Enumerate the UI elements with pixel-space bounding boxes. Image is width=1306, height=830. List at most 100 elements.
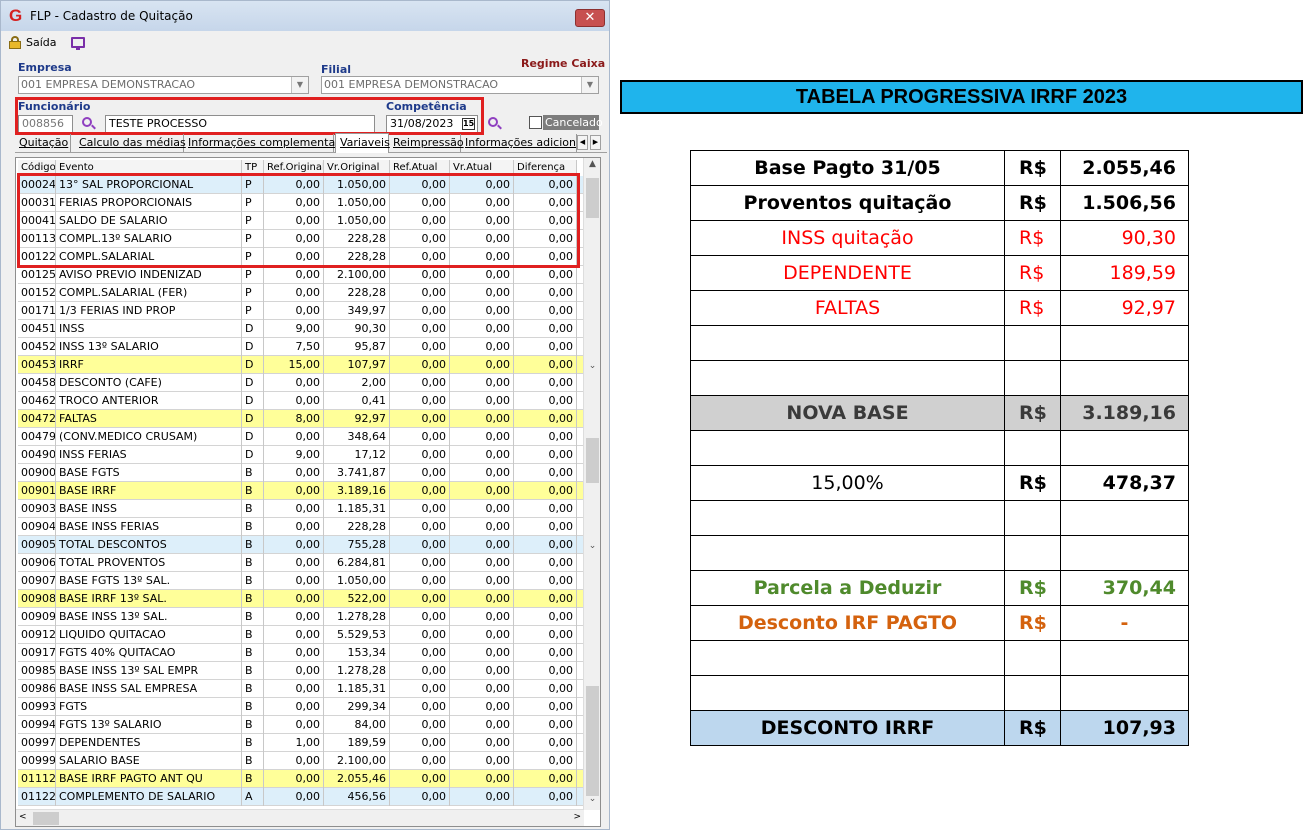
- table-row[interactable]: 01112 BASE IRRF PAGTO ANT QU B 0,00 2.055,46…: [18, 770, 583, 788]
- cell-vr-atual: 0,00: [450, 392, 514, 410]
- table-row[interactable]: 00901 BASE IRRF B 0,00 3.189,16 0,00 0,00 0,00: [18, 482, 583, 500]
- table-row[interactable]: 00462 TROCO ANTERIOR D 0,00 0,41 0,00 0,00 0,00: [18, 392, 583, 410]
- tab-calculo-medias[interactable]: Calculo das médias: [75, 134, 186, 152]
- scroll-thumb[interactable]: [586, 438, 599, 483]
- cell-codigo: 00917: [18, 644, 56, 662]
- cell-codigo: 00472: [18, 410, 56, 428]
- tab-scroll-left-icon[interactable]: ◀: [577, 135, 588, 150]
- tab-quitacao[interactable]: Quitação: [15, 134, 71, 152]
- cell-vr-original: 2.055,46: [324, 770, 390, 788]
- sheet-label: 15,00%: [690, 465, 1005, 501]
- cell-diferenca: 0,00: [514, 608, 577, 626]
- scroll-thumb[interactable]: [33, 812, 59, 825]
- table-row[interactable]: 00997 DEPENDENTES B 1,00 189,59 0,00 0,00 0,00: [18, 734, 583, 752]
- cell-ref-atual: 0,00: [390, 284, 450, 302]
- table-row[interactable]: 00903 BASE INSS B 0,00 1.185,31 0,00 0,00 0,00: [18, 500, 583, 518]
- table-row[interactable]: 00986 BASE INSS SAL EMPRESA B 0,00 1.185,31 0…: [18, 680, 583, 698]
- table-row[interactable]: 00912 LIQUIDO QUITACAO B 0,00 5.529,53 0,00 0,…: [18, 626, 583, 644]
- cell-tp: B: [242, 698, 264, 716]
- cell-evento: BASE INSS: [56, 500, 242, 518]
- cell-vr-atual: 0,00: [450, 554, 514, 572]
- cell-tp: B: [242, 572, 264, 590]
- search-icon[interactable]: [488, 117, 502, 131]
- table-row[interactable]: 00472 FALTAS D 8,00 92,97 0,00 0,00 0,00: [18, 410, 583, 428]
- cell-diferenca: 0,00: [514, 464, 577, 482]
- sheet-value: 189,59: [1060, 255, 1189, 291]
- table-row[interactable]: 00993 FGTS B 0,00 299,34 0,00 0,00 0,00: [18, 698, 583, 716]
- table-row[interactable]: 00908 BASE IRRF 13º SAL. B 0,00 522,00 0,00 0,…: [18, 590, 583, 608]
- chevron-down-icon[interactable]: ⌄: [584, 361, 600, 371]
- chevron-down-icon[interactable]: ▼: [581, 77, 598, 93]
- vertical-scrollbar[interactable]: ▲ ⌄ ⌄ ⌄: [583, 158, 600, 810]
- table-row[interactable]: 00900 BASE FGTS B 0,00 3.741,87 0,00 0,00 0,00: [18, 464, 583, 482]
- scroll-thumb[interactable]: [586, 686, 599, 796]
- cell-ref-atual: 0,00: [390, 626, 450, 644]
- cell-codigo: 00993: [18, 698, 56, 716]
- cell-ref-atual: 0,00: [390, 698, 450, 716]
- scroll-thumb[interactable]: [586, 178, 599, 218]
- table-row[interactable]: 00906 TOTAL PROVENTOS B 0,00 6.284,81 0,00 0,0…: [18, 554, 583, 572]
- tab-scroll-right-icon[interactable]: ▶: [590, 135, 601, 150]
- cell-ref-original: 0,00: [264, 626, 324, 644]
- tab-variaveis[interactable]: Variaveis: [335, 133, 390, 153]
- cell-ref-original: 0,00: [264, 284, 324, 302]
- cell-ref-original: 0,00: [264, 428, 324, 446]
- chevron-down-icon[interactable]: ▼: [291, 77, 308, 93]
- table-row[interactable]: 00452 INSS 13º SALARIO D 7,50 95,87 0,00 0,00 0…: [18, 338, 583, 356]
- cell-codigo: 00903: [18, 500, 56, 518]
- lock-icon[interactable]: [9, 36, 21, 49]
- cell-diferenca: 0,00: [514, 266, 577, 284]
- table-row[interactable]: 00458 DESCONTO (CAFE) D 0,00 2,00 0,00 0,00 0,0…: [18, 374, 583, 392]
- cell-ref-original: 7,50: [264, 338, 324, 356]
- table-row[interactable]: 00907 BASE FGTS 13º SAL. B 0,00 1.050,00 0,00…: [18, 572, 583, 590]
- cell-vr-atual: 0,00: [450, 428, 514, 446]
- table-row[interactable]: 00999 SALARIO BASE B 0,00 2.100,00 0,00 0,00 0,…: [18, 752, 583, 770]
- horizontal-scrollbar[interactable]: < >: [16, 809, 584, 826]
- table-row[interactable]: 00909 BASE INSS 13º SAL. B 0,00 1.278,28 0,00…: [18, 608, 583, 626]
- cell-evento: BASE INSS FERIAS: [56, 518, 242, 536]
- scroll-left-icon[interactable]: <: [19, 812, 27, 822]
- filial-select[interactable]: 001 EMPRESA DEMONSTRACAO ▼: [321, 76, 599, 94]
- monitor-icon[interactable]: [70, 36, 85, 50]
- cancelado-checkbox[interactable]: [529, 116, 542, 129]
- cell-ref-atual: 0,00: [390, 734, 450, 752]
- tab-informacoes-complementares[interactable]: Informações complementares: [184, 134, 352, 152]
- table-row[interactable]: 00917 FGTS 40% QUITACAO B 0,00 153,34 0,00 0,0…: [18, 644, 583, 662]
- tab-informacoes-adicionais[interactable]: Informações adicionais: [461, 134, 577, 152]
- cell-evento: SALARIO BASE: [56, 752, 242, 770]
- cell-tp: P: [242, 284, 264, 302]
- table-row[interactable]: 00125 AVISO PREVIO INDENIZAD P 0,00 2.100,00…: [18, 266, 583, 284]
- table-row[interactable]: 01122 COMPLEMENTO DE SALARIO A 0,00 456,56 0,…: [18, 788, 583, 806]
- table-row[interactable]: 00453 IRRF D 15,00 107,97 0,00 0,00 0,00: [18, 356, 583, 374]
- sheet-value: 3.189,16: [1060, 395, 1189, 431]
- chevron-down-icon[interactable]: ⌄: [584, 541, 600, 551]
- table-row[interactable]: 00985 BASE INSS 13º SAL EMPR B 0,00 1.278,28…: [18, 662, 583, 680]
- cell-diferenca: 0,00: [514, 770, 577, 788]
- tab-reimpressao[interactable]: Reimpressão: [389, 134, 464, 152]
- table-row[interactable]: 00451 INSS D 9,00 90,30 0,00 0,00 0,00: [18, 320, 583, 338]
- exit-button[interactable]: Saída: [26, 36, 57, 49]
- table-row[interactable]: 00479 (CONV.MEDICO CRUSAM) D 0,00 348,64 0,00…: [18, 428, 583, 446]
- sheet-row: [690, 535, 1189, 571]
- scroll-up-icon[interactable]: ▲: [584, 159, 600, 169]
- cell-vr-original: 522,00: [324, 590, 390, 608]
- cell-evento: AVISO PREVIO INDENIZAD: [56, 266, 242, 284]
- table-row[interactable]: 00904 BASE INSS FERIAS B 0,00 228,28 0,00 0,00…: [18, 518, 583, 536]
- cell-evento: BASE IRRF: [56, 482, 242, 500]
- empresa-select[interactable]: 001 EMPRESA DEMONSTRACAO ▼: [18, 76, 309, 94]
- close-button[interactable]: ✕: [575, 9, 605, 27]
- cell-ref-atual: 0,00: [390, 392, 450, 410]
- table-row[interactable]: 00152 COMPL.SALARIAL (FER) P 0,00 228,28 0,00…: [18, 284, 583, 302]
- scroll-right-icon[interactable]: >: [573, 812, 581, 822]
- scroll-down-icon[interactable]: ⌄: [584, 794, 600, 804]
- table-row[interactable]: 00905 TOTAL DESCONTOS B 0,00 755,28 0,00 0,00 0…: [18, 536, 583, 554]
- cell-diferenca: 0,00: [514, 446, 577, 464]
- cell-vr-original: 107,97: [324, 356, 390, 374]
- table-row[interactable]: 00490 INSS FERIAS D 9,00 17,12 0,00 0,00 0,00: [18, 446, 583, 464]
- table-row[interactable]: 00994 FGTS 13º SALARIO B 0,00 84,00 0,00 0,00 0…: [18, 716, 583, 734]
- cell-evento: INSS 13º SALARIO: [56, 338, 242, 356]
- cell-ref-original: 0,00: [264, 662, 324, 680]
- table-row[interactable]: 00171 1/3 FERIAS IND PROP P 0,00 349,97 0,00 0…: [18, 302, 583, 320]
- cell-evento: BASE INSS SAL EMPRESA: [56, 680, 242, 698]
- sheet-currency: R$: [1004, 255, 1061, 291]
